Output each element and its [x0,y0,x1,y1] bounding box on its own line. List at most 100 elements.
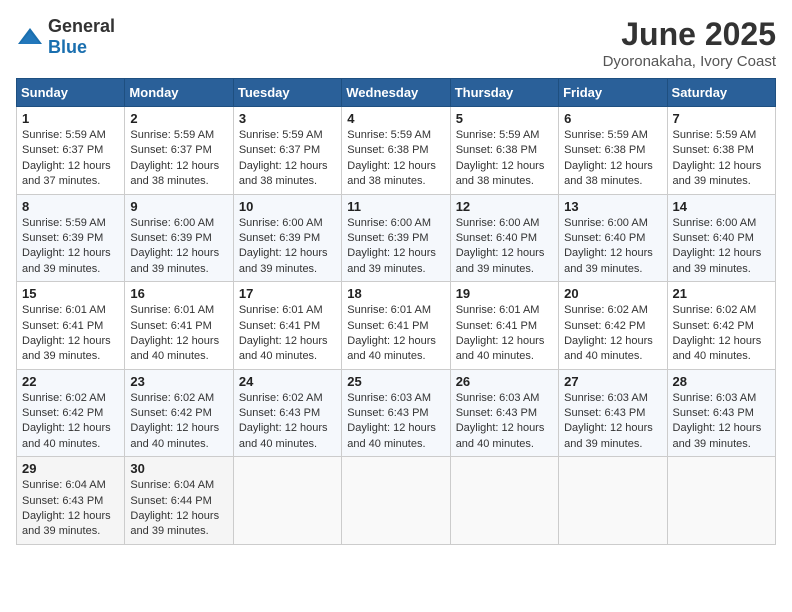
daylight-label: Daylight: 12 hours [130,422,219,434]
daylight-label: Daylight: 12 hours [673,335,762,347]
table-row: 24 Sunrise: 6:02 AM Sunset: 6:43 PM Dayl… [233,369,341,457]
day-number: 20 [564,286,661,301]
sunrise-label: Sunrise: 6:01 AM [456,304,540,316]
col-saturday: Saturday [667,79,775,107]
col-monday: Monday [125,79,233,107]
sunrise-label: Sunrise: 5:59 AM [22,129,106,141]
daylight-minutes: and 39 minutes. [239,263,317,275]
sunset-label: Sunset: 6:42 PM [673,320,754,332]
table-row: 2 Sunrise: 5:59 AM Sunset: 6:37 PM Dayli… [125,107,233,195]
sunset-label: Sunset: 6:41 PM [239,320,320,332]
day-info: Sunrise: 6:00 AM Sunset: 6:39 PM Dayligh… [239,216,336,278]
daylight-label: Daylight: 12 hours [673,422,762,434]
col-tuesday: Tuesday [233,79,341,107]
daylight-minutes: and 40 minutes. [564,350,642,362]
table-row: 29 Sunrise: 6:04 AM Sunset: 6:43 PM Dayl… [17,457,125,545]
daylight-label: Daylight: 12 hours [564,335,653,347]
daylight-minutes: and 38 minutes. [347,175,425,187]
daylight-minutes: and 39 minutes. [130,263,208,275]
daylight-label: Daylight: 12 hours [456,422,545,434]
daylight-minutes: and 39 minutes. [130,525,208,537]
sunset-label: Sunset: 6:40 PM [564,232,645,244]
daylight-minutes: and 40 minutes. [456,350,534,362]
table-row: 3 Sunrise: 5:59 AM Sunset: 6:37 PM Dayli… [233,107,341,195]
table-row: 12 Sunrise: 6:00 AM Sunset: 6:40 PM Dayl… [450,194,558,282]
sunrise-label: Sunrise: 6:00 AM [456,217,540,229]
header: General Blue June 2025 Dyoronakaha, Ivor… [16,16,776,70]
daylight-minutes: and 40 minutes. [347,438,425,450]
daylight-minutes: and 39 minutes. [347,263,425,275]
sunset-label: Sunset: 6:43 PM [673,407,754,419]
day-number: 15 [22,286,119,301]
sunset-label: Sunset: 6:40 PM [673,232,754,244]
table-row: 11 Sunrise: 6:00 AM Sunset: 6:39 PM Dayl… [342,194,450,282]
day-number: 23 [130,374,227,389]
col-wednesday: Wednesday [342,79,450,107]
table-row: 18 Sunrise: 6:01 AM Sunset: 6:41 PM Dayl… [342,282,450,370]
day-number: 18 [347,286,444,301]
daylight-label: Daylight: 12 hours [130,160,219,172]
day-number: 24 [239,374,336,389]
daylight-minutes: and 38 minutes. [239,175,317,187]
day-info: Sunrise: 6:00 AM Sunset: 6:40 PM Dayligh… [456,216,553,278]
day-number: 29 [22,461,119,476]
sunset-label: Sunset: 6:40 PM [456,232,537,244]
day-number: 8 [22,199,119,214]
sunset-label: Sunset: 6:38 PM [347,144,428,156]
table-row: 6 Sunrise: 5:59 AM Sunset: 6:38 PM Dayli… [559,107,667,195]
table-row: 10 Sunrise: 6:00 AM Sunset: 6:39 PM Dayl… [233,194,341,282]
day-info: Sunrise: 5:59 AM Sunset: 6:37 PM Dayligh… [239,128,336,190]
day-number: 30 [130,461,227,476]
sunset-label: Sunset: 6:37 PM [130,144,211,156]
day-number: 16 [130,286,227,301]
sunrise-label: Sunrise: 6:03 AM [347,392,431,404]
table-row [342,457,450,545]
logo-blue: Blue [48,37,87,57]
day-info: Sunrise: 6:01 AM Sunset: 6:41 PM Dayligh… [22,303,119,365]
sunrise-label: Sunrise: 6:02 AM [130,392,214,404]
daylight-label: Daylight: 12 hours [130,510,219,522]
sunrise-label: Sunrise: 6:02 AM [564,304,648,316]
sunset-label: Sunset: 6:38 PM [564,144,645,156]
daylight-minutes: and 40 minutes. [239,438,317,450]
daylight-label: Daylight: 12 hours [456,335,545,347]
daylight-label: Daylight: 12 hours [347,335,436,347]
sunrise-label: Sunrise: 5:59 AM [564,129,648,141]
daylight-label: Daylight: 12 hours [673,160,762,172]
sunset-label: Sunset: 6:44 PM [130,495,211,507]
table-row: 1 Sunrise: 5:59 AM Sunset: 6:37 PM Dayli… [17,107,125,195]
daylight-minutes: and 39 minutes. [673,263,751,275]
logo-text: General Blue [48,16,115,58]
daylight-label: Daylight: 12 hours [673,247,762,259]
table-row: 25 Sunrise: 6:03 AM Sunset: 6:43 PM Dayl… [342,369,450,457]
col-sunday: Sunday [17,79,125,107]
sunset-label: Sunset: 6:37 PM [22,144,103,156]
sunrise-label: Sunrise: 6:00 AM [239,217,323,229]
daylight-label: Daylight: 12 hours [456,160,545,172]
sunset-label: Sunset: 6:41 PM [130,320,211,332]
daylight-minutes: and 40 minutes. [22,438,100,450]
day-info: Sunrise: 6:00 AM Sunset: 6:39 PM Dayligh… [130,216,227,278]
table-row: 30 Sunrise: 6:04 AM Sunset: 6:44 PM Dayl… [125,457,233,545]
title-area: June 2025 Dyoronakaha, Ivory Coast [603,16,776,70]
table-row: 28 Sunrise: 6:03 AM Sunset: 6:43 PM Dayl… [667,369,775,457]
daylight-label: Daylight: 12 hours [239,422,328,434]
day-info: Sunrise: 6:00 AM Sunset: 6:40 PM Dayligh… [673,216,770,278]
daylight-label: Daylight: 12 hours [239,160,328,172]
calendar-week-row: 22 Sunrise: 6:02 AM Sunset: 6:42 PM Dayl… [17,369,776,457]
day-info: Sunrise: 5:59 AM Sunset: 6:39 PM Dayligh… [22,216,119,278]
logo: General Blue [16,16,115,58]
sunset-label: Sunset: 6:43 PM [22,495,103,507]
day-number: 27 [564,374,661,389]
day-number: 13 [564,199,661,214]
day-number: 28 [673,374,770,389]
daylight-minutes: and 37 minutes. [22,175,100,187]
day-number: 10 [239,199,336,214]
daylight-label: Daylight: 12 hours [22,510,111,522]
sunrise-label: Sunrise: 5:59 AM [239,129,323,141]
day-info: Sunrise: 6:01 AM Sunset: 6:41 PM Dayligh… [239,303,336,365]
sunrise-label: Sunrise: 6:02 AM [673,304,757,316]
sunrise-label: Sunrise: 5:59 AM [130,129,214,141]
sunset-label: Sunset: 6:43 PM [347,407,428,419]
sunset-label: Sunset: 6:41 PM [22,320,103,332]
